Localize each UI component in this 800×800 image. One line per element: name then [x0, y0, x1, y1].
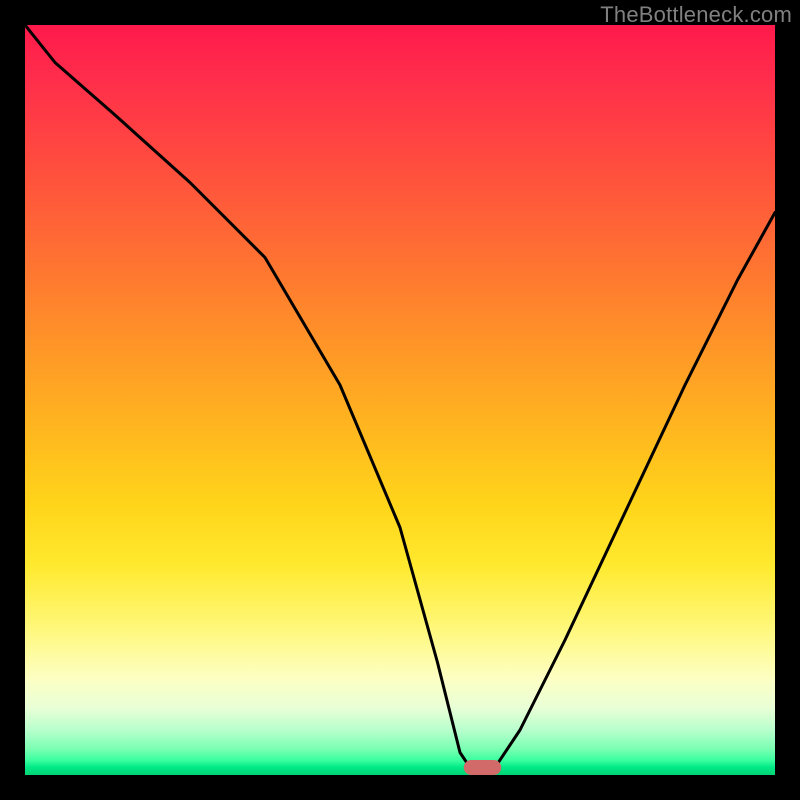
- chart-overlay: [25, 25, 775, 775]
- chart-frame: TheBottleneck.com: [0, 0, 800, 800]
- watermark-text: TheBottleneck.com: [600, 2, 792, 28]
- optimal-marker: [464, 760, 502, 775]
- plot-area: [25, 25, 775, 775]
- bottleneck-curve: [25, 25, 775, 775]
